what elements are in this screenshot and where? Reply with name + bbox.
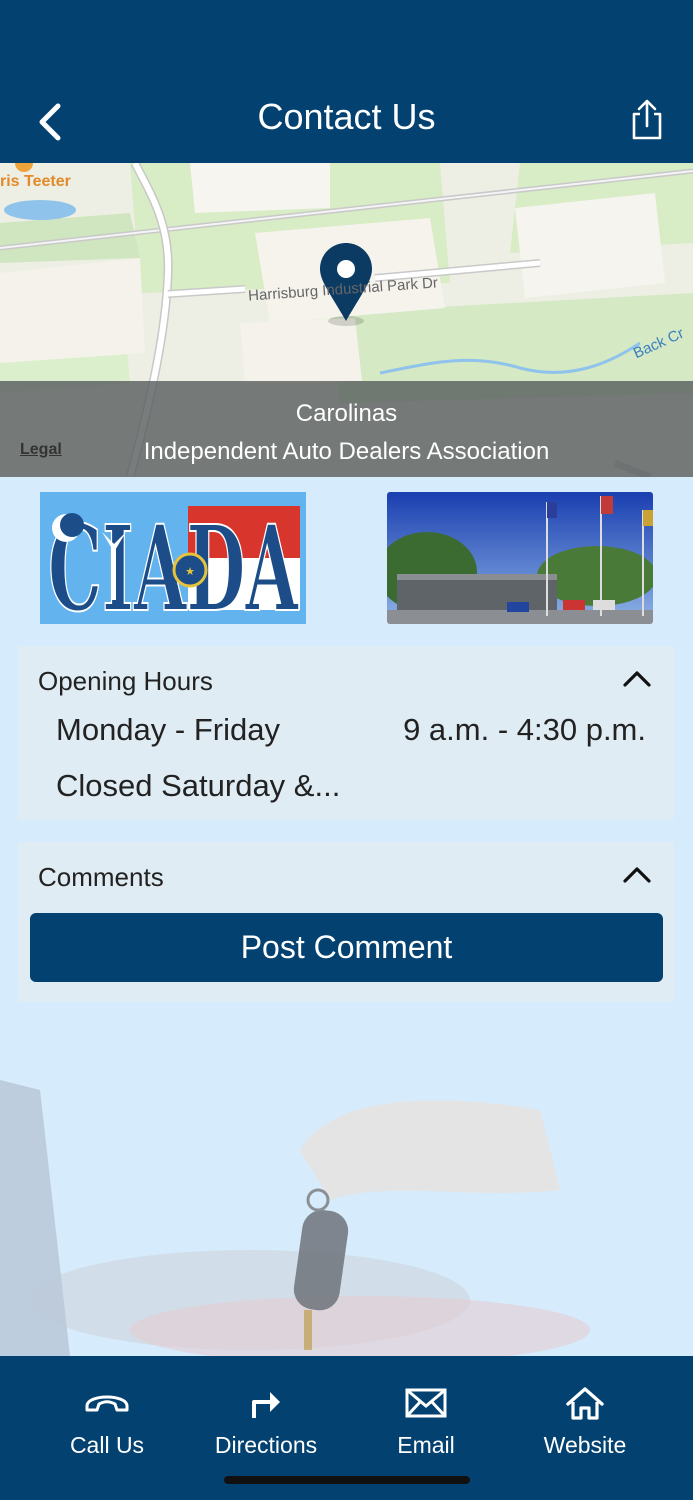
svg-text:★: ★ bbox=[185, 565, 195, 578]
tab-directions[interactable]: Directions bbox=[186, 1386, 346, 1459]
ciada-logo[interactable]: CIADA ★ bbox=[40, 492, 306, 624]
comments-title[interactable]: Comments bbox=[38, 862, 164, 893]
tab-website[interactable]: Website bbox=[505, 1386, 665, 1459]
opening-hours-title[interactable]: Opening Hours bbox=[38, 666, 213, 697]
tab-label: Website bbox=[543, 1432, 627, 1458]
hours-time: 9 a.m. - 4:30 p.m. bbox=[403, 712, 646, 747]
building-photo[interactable] bbox=[387, 492, 653, 624]
email-icon bbox=[405, 1388, 447, 1418]
hours-row: Closed Saturday &... bbox=[56, 768, 646, 804]
location-name-line2: Independent Auto Dealers Association bbox=[143, 438, 550, 465]
home-indicator bbox=[224, 1476, 470, 1484]
location-name-line1: Carolinas bbox=[295, 400, 398, 427]
building-photo-art bbox=[387, 492, 653, 624]
ciada-logo-art: CIADA ★ bbox=[40, 492, 306, 624]
background-keys-photo bbox=[0, 1080, 590, 1356]
hours-day: Monday - Friday bbox=[56, 712, 280, 747]
tab-label: Email bbox=[397, 1432, 455, 1458]
share-icon[interactable] bbox=[627, 98, 667, 142]
tab-email[interactable]: Email bbox=[346, 1386, 506, 1459]
home-icon bbox=[566, 1387, 604, 1420]
chevron-up-icon[interactable] bbox=[622, 668, 652, 688]
nav-header: Contact Us bbox=[0, 0, 693, 163]
location-name: Carolinas Independent Auto Dealers Assoc… bbox=[0, 395, 693, 471]
phone-icon bbox=[85, 1395, 129, 1412]
tab-label: Call Us bbox=[69, 1432, 145, 1458]
tab-call-us[interactable]: Call Us bbox=[27, 1386, 187, 1459]
opening-hours-panel: Opening Hours Monday - Friday 9 a.m. - 4… bbox=[18, 646, 674, 820]
location-name-overlay: Carolinas Independent Auto Dealers Assoc… bbox=[0, 381, 693, 477]
tab-label: Directions bbox=[214, 1432, 318, 1458]
chevron-up-icon[interactable] bbox=[622, 864, 652, 884]
location-map[interactable]: ris Teeter Harrisburg Industrial Park Dr… bbox=[0, 163, 693, 477]
post-comment-button[interactable]: Post Comment bbox=[30, 913, 663, 982]
directions-icon bbox=[252, 1392, 280, 1418]
legal-link[interactable]: Legal bbox=[20, 441, 62, 459]
map-poi-label: ris Teeter bbox=[0, 173, 71, 190]
logo-text: CIADA bbox=[48, 499, 299, 624]
hours-row: Monday - Friday 9 a.m. - 4:30 p.m. bbox=[56, 712, 646, 748]
hours-day: Closed Saturday &... bbox=[56, 768, 341, 803]
page-title: Contact Us bbox=[257, 96, 436, 137]
